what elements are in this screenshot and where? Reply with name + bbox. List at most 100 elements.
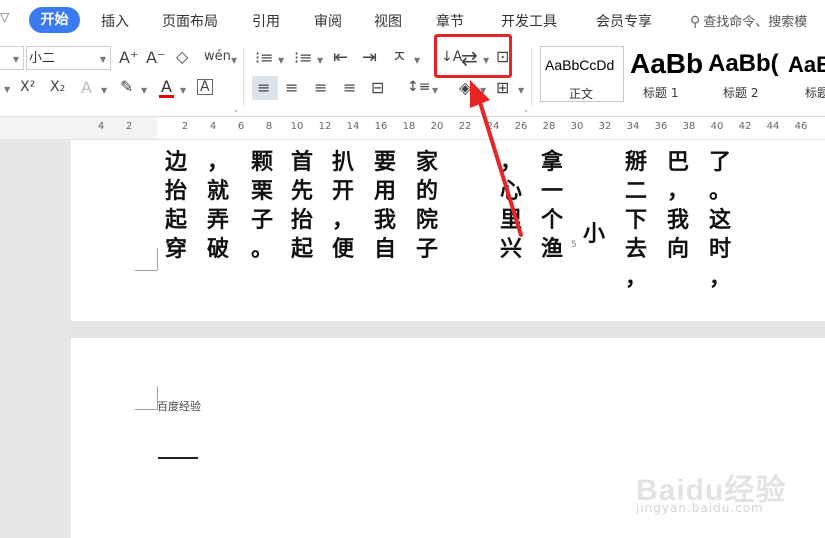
chevron-down-icon: ▼ (12, 55, 19, 64)
subscript-icon[interactable]: X₂ (50, 80, 65, 94)
text-column: 边抬起穿 (164, 149, 187, 262)
tab-page-layout[interactable]: 页面布局 (162, 11, 218, 31)
ruler-number: 18 (402, 121, 416, 132)
tab-home[interactable]: 开始 (29, 7, 80, 33)
chevron-down-icon[interactable]: ▼ (317, 56, 323, 65)
ruler-number: 20 (430, 121, 444, 132)
chevron-down-icon[interactable]: ▼ (480, 86, 486, 95)
ruler-number: 8 (265, 121, 273, 132)
text-effect-icon[interactable]: A (81, 80, 92, 96)
style-sample: AaBb( (708, 50, 779, 77)
line-spacing-icon[interactable]: ↕≡ (407, 80, 430, 94)
horizontal-ruler[interactable]: 4 2 2 4 6 8 10 12 14 16 18 20 22 24 26 2… (0, 117, 825, 140)
ribbon-tab-bar: ▽ 开始 插入 页面布局 引用 审阅 视图 章节 开发工具 会员专享 ⚲ 查找命令… (0, 0, 825, 40)
char-border-icon[interactable]: A (197, 79, 213, 95)
search-placeholder: 查找命令、搜索模 (703, 15, 808, 30)
numbered-list-icon[interactable]: ⁝≡ (294, 50, 313, 66)
style-name: 标题 1 (643, 86, 679, 100)
tab-section[interactable]: 章节 (436, 11, 464, 31)
command-search[interactable]: ⚲ 查找命令、搜索模 (690, 11, 807, 30)
ruler-number: 44 (766, 121, 780, 132)
tab-review[interactable]: 审阅 (314, 11, 342, 31)
watermark-url: jingyan.baidu.com (636, 501, 764, 515)
tab-insert[interactable]: 插入 (101, 11, 129, 31)
ruler-number: 24 (486, 121, 500, 132)
align-right-icon[interactable]: ≡ (314, 80, 327, 96)
text-column: 了。这时， (708, 149, 731, 291)
tab-member[interactable]: 会员专享 (596, 11, 652, 31)
font-size-increase-icon[interactable]: A⁺ (119, 50, 138, 66)
ruler-number: 40 (710, 121, 724, 132)
style-title[interactable]: AaB 标题 (786, 46, 825, 102)
justify-icon[interactable]: ≡ (343, 80, 356, 96)
decrease-indent-icon[interactable]: ⇤ (333, 49, 348, 67)
style-normal[interactable]: AaBbCcDd 正文 (540, 46, 624, 102)
font-color-icon[interactable]: A (159, 79, 174, 98)
pinyin-guide-icon[interactable]: wén (204, 50, 231, 63)
chevron-down-icon[interactable]: ▼ (4, 85, 10, 94)
style-sample: AaBb (630, 48, 704, 79)
style-gallery: AaBbCcDd 正文 AaBb 标题 1 AaBb( 标题 2 AaB 标题 (540, 46, 825, 102)
font-size-select[interactable]: 小二 ▼ (26, 46, 111, 70)
style-heading-1[interactable]: AaBb 标题 1 (626, 46, 706, 102)
chevron-down-icon[interactable]: ▼ (231, 56, 237, 65)
distributed-icon[interactable]: ⊟ (371, 80, 384, 96)
chevron-down-icon[interactable]: ▼ (414, 56, 420, 65)
ruler-number: 2 (181, 121, 189, 132)
workspace-background (0, 140, 71, 538)
ruler-number: 6 (237, 121, 245, 132)
ruler-number: 34 (626, 121, 640, 132)
ruler-number: 2 (125, 121, 133, 132)
ruler-number: 28 (542, 121, 556, 132)
highlight-icon[interactable]: ✎ (120, 79, 133, 95)
collapse-ribbon-icon[interactable]: ▽ (0, 10, 9, 24)
text-column: 巴，我向 (666, 149, 689, 262)
tab-references[interactable]: 引用 (252, 11, 280, 31)
chevron-down-icon[interactable]: ▼ (101, 86, 107, 95)
font-size-decrease-icon[interactable]: A⁻ (146, 50, 165, 66)
ruler-number: 30 (570, 121, 584, 132)
text-column: 家的院子 (415, 149, 438, 262)
chevron-down-icon[interactable]: ▼ (141, 86, 147, 95)
tab-view[interactable]: 视图 (374, 11, 402, 31)
font-size-value: 小二 (29, 51, 56, 66)
text-direction-icon[interactable]: ㅈ (392, 49, 407, 65)
font-name-select[interactable]: ▼ (0, 46, 24, 70)
text-column: 要用我自 (373, 149, 396, 262)
superscript-icon[interactable]: X² (20, 80, 35, 94)
ruler-number: 32 (598, 121, 612, 132)
page-number: 5 (571, 240, 577, 250)
style-heading-2[interactable]: AaBb( 标题 2 (706, 46, 786, 102)
ruler-number: 42 (738, 121, 752, 132)
border-icon[interactable]: ⊞ (496, 80, 509, 96)
align-center-icon[interactable]: ≡ (285, 80, 298, 96)
tab-developer[interactable]: 开发工具 (501, 11, 557, 31)
shading-icon[interactable]: ◈ (459, 80, 471, 96)
style-sample: AaBbCcDd (545, 57, 615, 73)
text-column: 拿一个渔 (540, 149, 563, 262)
ruler-number: 4 (97, 121, 105, 132)
chevron-down-icon[interactable]: ▼ (432, 86, 438, 95)
ruler-number: 10 (290, 121, 304, 132)
chevron-down-icon[interactable]: ▼ (180, 86, 186, 95)
increase-indent-icon[interactable]: ⇥ (362, 49, 377, 67)
paragraph-dialog-launcher-icon[interactable]: ⌟ (524, 104, 528, 113)
ruler-number: 22 (458, 121, 472, 132)
chevron-down-icon[interactable]: ▼ (518, 86, 524, 95)
ruler-number: 38 (682, 121, 696, 132)
font-dialog-launcher-icon[interactable]: ⌟ (234, 104, 238, 113)
ruler-number: 36 (654, 121, 668, 132)
bullet-list-icon[interactable]: ⁝≡ (255, 50, 274, 66)
align-left-icon[interactable]: ≡ (252, 76, 278, 100)
clear-format-icon[interactable]: ◇ (176, 49, 188, 65)
group-divider (531, 47, 532, 107)
ruler-number: 26 (514, 121, 528, 132)
chevron-down-icon[interactable]: ▼ (278, 56, 284, 65)
chevron-down-icon: ▼ (99, 55, 106, 64)
style-name: 标题 (805, 86, 825, 100)
crop-mark (157, 248, 158, 270)
crop-mark (135, 409, 157, 410)
page-header-text: 百度经验 (157, 400, 201, 413)
text-column: 掰二下去， (624, 149, 647, 291)
text-column: ，就弄破 (206, 149, 229, 262)
